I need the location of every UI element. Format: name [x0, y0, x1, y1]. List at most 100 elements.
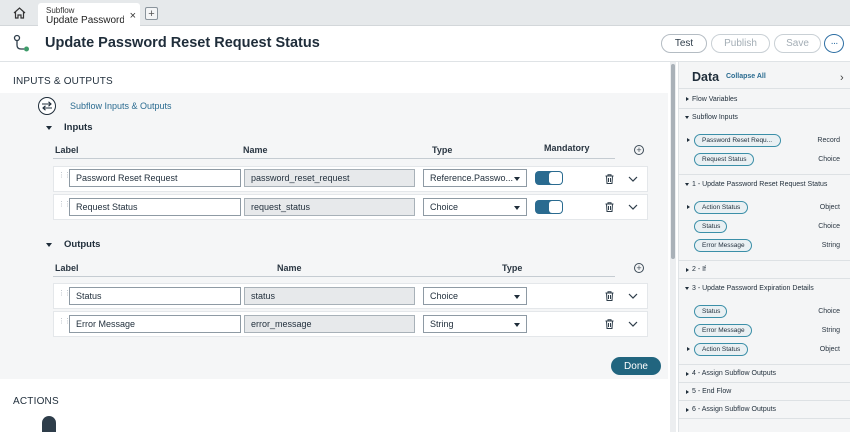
collapse-icon[interactable]: [685, 287, 689, 290]
input-label-field[interactable]: Request Status: [69, 198, 241, 216]
dropdown-arrow-icon: [514, 206, 520, 210]
step-5-item[interactable]: 5 - End Flow: [692, 388, 731, 395]
input-name-field[interactable]: password_reset_request: [244, 169, 415, 187]
outputs-label-header: Label: [55, 263, 79, 273]
swap-icon[interactable]: [38, 97, 56, 115]
data-pill-type: Record: [817, 137, 840, 144]
collapse-all-link[interactable]: Collapse All: [726, 73, 766, 80]
data-pill-type: Object: [819, 204, 840, 211]
step-3-item[interactable]: 3 - Update Password Expiration Details: [692, 285, 814, 292]
flow-variables-item[interactable]: Flow Variables: [692, 96, 737, 103]
collapse-icon[interactable]: [685, 183, 689, 186]
expand-icon[interactable]: [686, 390, 689, 394]
output-label-field[interactable]: Status: [69, 287, 241, 305]
chevron-down-icon[interactable]: [628, 204, 638, 210]
input-type-select[interactable]: Reference.Passwo...: [423, 169, 527, 187]
input-type-value: Choice: [430, 202, 459, 212]
trash-icon[interactable]: [605, 319, 614, 329]
save-button[interactable]: Save: [774, 34, 821, 53]
expand-icon[interactable]: [686, 372, 689, 376]
expand-icon[interactable]: [687, 205, 690, 209]
data-panel-title: Data: [692, 70, 720, 84]
data-panel-divider: [678, 260, 850, 261]
chevron-down-icon[interactable]: [628, 176, 638, 182]
action-step-icon: [42, 416, 56, 432]
inputs-header-divider: [53, 158, 615, 159]
inputs-collapse-icon[interactable]: [46, 126, 52, 130]
outputs-collapse-icon[interactable]: [46, 243, 52, 247]
inputs-type-header: Type: [432, 145, 453, 155]
more-options-button[interactable]: ···: [824, 34, 844, 53]
chevron-down-icon[interactable]: [628, 293, 638, 299]
data-pill-type: Choice: [818, 156, 840, 163]
trash-icon[interactable]: [605, 202, 614, 212]
trash-icon[interactable]: [605, 291, 614, 301]
outputs-header-divider: [53, 276, 615, 277]
input-name-field[interactable]: request_status: [244, 198, 415, 216]
outputs-title: Outputs: [64, 239, 101, 250]
data-pill[interactable]: Error Message: [694, 324, 752, 337]
mandatory-toggle[interactable]: [535, 200, 563, 214]
input-type-select[interactable]: Choice: [423, 198, 527, 216]
data-pill[interactable]: Status: [694, 305, 727, 318]
data-pill[interactable]: Error Message: [694, 239, 752, 252]
data-panel-divider: [678, 88, 850, 89]
home-button[interactable]: [8, 4, 30, 22]
output-type-select[interactable]: String: [423, 315, 527, 333]
data-panel-divider: [678, 382, 850, 383]
subflow-inputs-outputs-link[interactable]: Subflow Inputs & Outputs: [70, 101, 172, 111]
subflow-icon: [13, 34, 29, 52]
output-name-field[interactable]: status: [244, 287, 415, 305]
tab-title: Update Password R...: [46, 15, 124, 26]
data-pill[interactable]: Action Status: [694, 201, 748, 214]
data-panel-divider: [678, 400, 850, 401]
expand-icon[interactable]: [687, 347, 690, 351]
data-pill[interactable]: Password Reset Requ...: [694, 134, 781, 147]
expand-icon[interactable]: [687, 138, 690, 142]
collapse-icon[interactable]: [685, 116, 689, 119]
tab-bar: Subflow Update Password R... × +: [0, 0, 850, 26]
expand-icon[interactable]: [686, 268, 689, 272]
data-pill-type: String: [821, 242, 840, 249]
outputs-type-header: Type: [502, 263, 523, 273]
step-4-item[interactable]: 4 - Assign Subflow Outputs: [692, 370, 776, 377]
step-2-item[interactable]: 2 - If: [692, 266, 706, 273]
data-pill[interactable]: Request Status: [694, 153, 754, 166]
chevron-right-icon[interactable]: ›: [840, 72, 844, 84]
actions-heading: ACTIONS: [13, 396, 59, 407]
output-name-field[interactable]: error_message: [244, 315, 415, 333]
home-icon: [13, 7, 25, 19]
tab-subflow[interactable]: Subflow Update Password R... ×: [38, 3, 140, 26]
outputs-name-header: Name: [277, 263, 302, 273]
input-type-value: Reference.Passwo...: [430, 173, 514, 183]
chevron-down-icon[interactable]: [628, 321, 638, 327]
data-panel-divider: [678, 108, 850, 109]
step-6-item[interactable]: 6 - Assign Subflow Outputs: [692, 406, 776, 413]
close-icon[interactable]: ×: [130, 10, 136, 22]
subflow-inputs-item[interactable]: Subflow Inputs: [692, 114, 738, 121]
add-input-icon[interactable]: +: [634, 145, 644, 155]
data-pill-type: Object: [819, 346, 840, 353]
data-panel-divider: [678, 418, 850, 419]
data-pill[interactable]: Status: [694, 220, 727, 233]
expand-icon[interactable]: [686, 97, 689, 101]
trash-icon[interactable]: [605, 174, 614, 184]
dropdown-arrow-icon: [514, 295, 520, 299]
data-panel-divider: [678, 174, 850, 175]
publish-button[interactable]: Publish: [711, 34, 770, 53]
step-1-item[interactable]: 1 - Update Password Reset Request Status: [692, 181, 827, 188]
add-tab-button[interactable]: +: [145, 7, 158, 20]
mandatory-toggle[interactable]: [535, 171, 563, 185]
test-button[interactable]: Test: [661, 34, 707, 53]
add-output-icon[interactable]: +: [634, 263, 644, 273]
expand-icon[interactable]: [686, 408, 689, 412]
dropdown-arrow-icon: [514, 323, 520, 327]
data-pill-type: Choice: [818, 223, 840, 230]
input-label-field[interactable]: Password Reset Request: [69, 169, 241, 187]
output-label-field[interactable]: Error Message: [69, 315, 241, 333]
page-title: Update Password Reset Request Status: [45, 35, 320, 51]
data-pill[interactable]: Action Status: [694, 343, 748, 356]
main-scrollbar-thumb[interactable]: [671, 64, 675, 259]
done-button[interactable]: Done: [611, 357, 661, 375]
output-type-select[interactable]: Choice: [423, 287, 527, 305]
